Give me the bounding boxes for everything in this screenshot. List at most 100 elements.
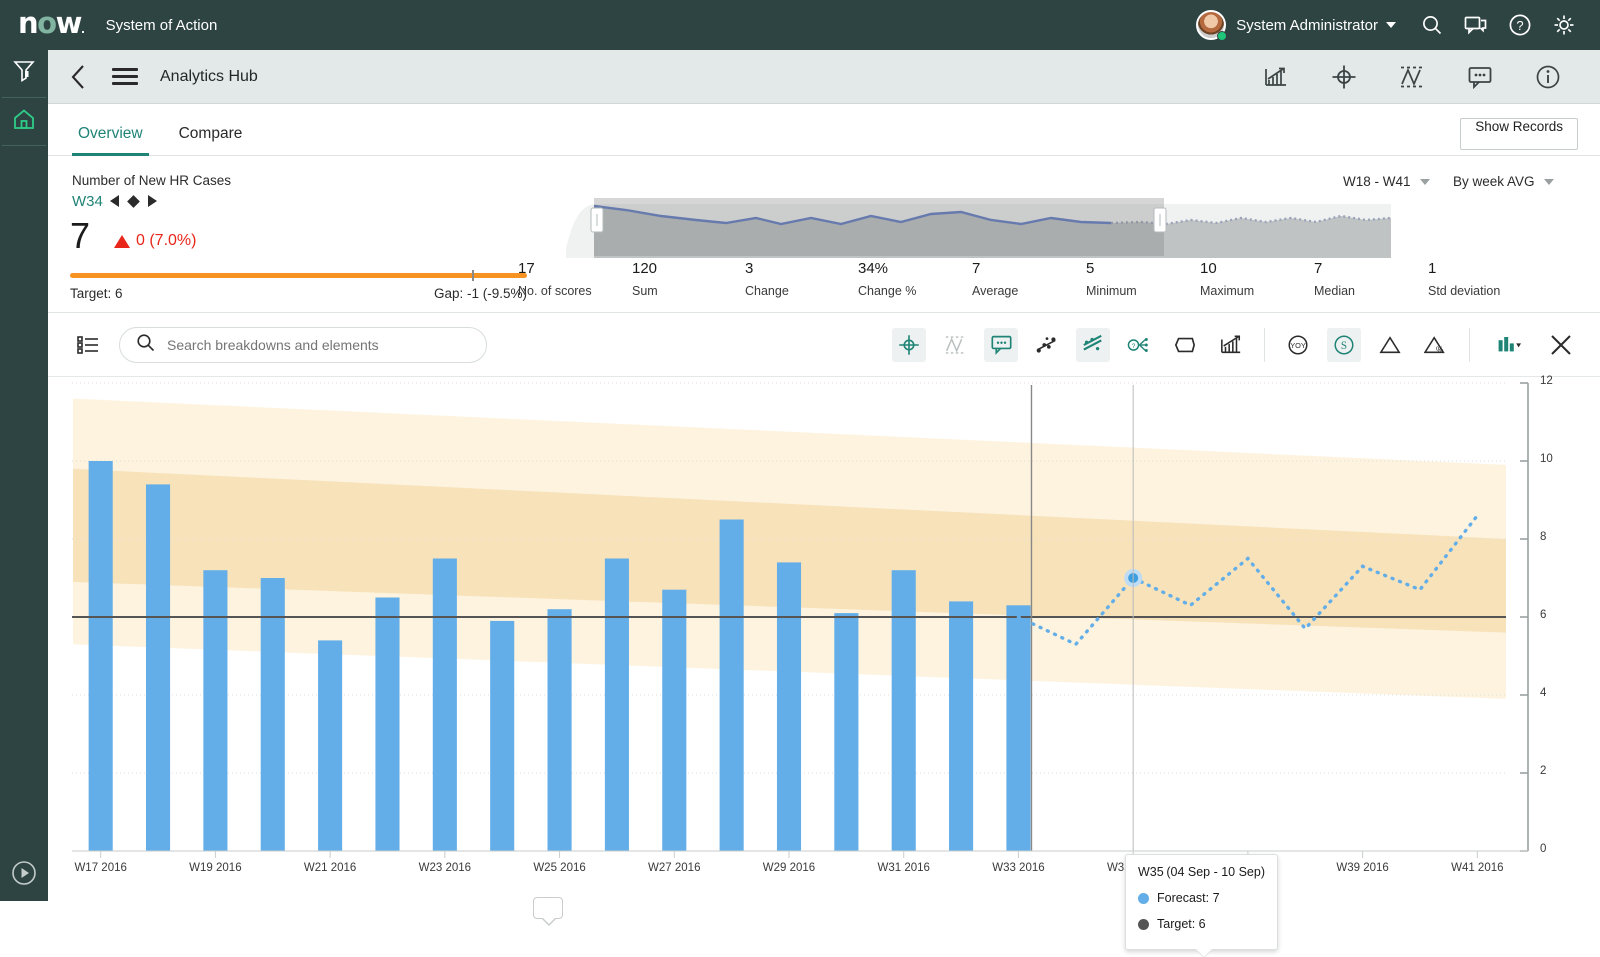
chart-bar[interactable]: [318, 640, 342, 851]
y-axis-tick-label: 2: [1540, 765, 1546, 777]
period-nav: [110, 195, 157, 207]
search-input[interactable]: [167, 337, 467, 353]
x-axis-tick-label: W25 2016: [515, 862, 605, 874]
show-records-button[interactable]: Show Records: [1460, 118, 1578, 150]
left-nav-rail: [0, 50, 48, 901]
comment-icon[interactable]: [1446, 50, 1514, 104]
list-view-icon[interactable]: [75, 335, 101, 355]
x-axis-tick-label: W27 2016: [629, 862, 719, 874]
chart-bar[interactable]: [490, 621, 514, 851]
chart-bar[interactable]: [146, 484, 170, 851]
chat-icon[interactable]: [1454, 0, 1498, 50]
chart-bar[interactable]: [892, 570, 916, 851]
svg-text:YOY: YOY: [1290, 341, 1306, 350]
tab-overview[interactable]: Overview: [72, 125, 149, 155]
chart-bar[interactable]: [548, 609, 572, 851]
y-axis-tick-label: 4: [1540, 687, 1546, 699]
toolbar-scatter-icon[interactable]: [1030, 328, 1064, 362]
y-axis-tick-label: 6: [1540, 609, 1546, 621]
user-menu-chevron-down-icon[interactable]: [1386, 22, 1396, 28]
growth-chart-icon[interactable]: [1242, 50, 1310, 104]
x-axis-tick-label: W19 2016: [170, 862, 260, 874]
toolbar-forecast-icon[interactable]: [1076, 328, 1110, 362]
chart-bar[interactable]: [949, 601, 973, 851]
avatar[interactable]: [1196, 10, 1226, 40]
chart-bar[interactable]: [89, 461, 113, 851]
kpi-target-marker: [472, 270, 474, 281]
user-name[interactable]: System Administrator: [1236, 17, 1378, 34]
aggregation-value: By week AVG: [1453, 174, 1535, 189]
next-period-icon[interactable]: [148, 195, 157, 207]
toolbar-target-icon[interactable]: [892, 328, 926, 362]
forecast-icon[interactable]: [1378, 50, 1446, 104]
chart-bar[interactable]: [834, 613, 858, 851]
period-range-dropdown[interactable]: W18 - W41: [1343, 174, 1430, 189]
stat-value: 10: [1200, 260, 1254, 277]
toolbar-tag-icon[interactable]: [1168, 328, 1202, 362]
kpi-period: W34: [72, 193, 103, 210]
search-breakdowns-box[interactable]: [119, 327, 487, 363]
gear-icon[interactable]: [1542, 0, 1586, 50]
toolbar-prediction-icon[interactable]: ?: [1122, 328, 1156, 362]
tooltip-forecast-value: Forecast: 7: [1157, 891, 1220, 905]
target-icon[interactable]: [1310, 50, 1378, 104]
target-legend-dot: [1138, 919, 1149, 930]
stat-label: Minimum: [1086, 284, 1137, 298]
stat-label: Change %: [858, 284, 916, 298]
toolbar-yoy-icon[interactable]: YOY: [1281, 328, 1315, 362]
svg-text:%: %: [1436, 345, 1444, 354]
menu-icon[interactable]: [112, 68, 138, 85]
search-icon[interactable]: [1410, 0, 1454, 50]
close-icon[interactable]: [1544, 328, 1578, 362]
rail-item-play[interactable]: [0, 860, 48, 891]
product-name: System of Action: [106, 17, 218, 34]
forecast-legend-dot: [1138, 893, 1149, 904]
annotation-bubble[interactable]: [533, 897, 563, 919]
chart-bar[interactable]: [662, 590, 686, 851]
stat-label: Std deviation: [1428, 284, 1500, 298]
x-axis-tick-label: W17 2016: [56, 862, 146, 874]
chart-bar[interactable]: [203, 570, 227, 851]
chart-bar[interactable]: [433, 559, 457, 852]
rail-item-home[interactable]: [0, 98, 48, 145]
toolbar-comment-icon[interactable]: [984, 328, 1018, 362]
stat-change: 3 Change: [745, 260, 789, 298]
chart-bar[interactable]: [261, 578, 285, 851]
toolbar-score-icon[interactable]: S: [1327, 328, 1361, 362]
now-logo[interactable]: now.: [18, 9, 84, 38]
search-icon: [136, 333, 155, 357]
chart-bar[interactable]: [720, 520, 744, 852]
chart-bar[interactable]: [375, 598, 399, 852]
aggregation-dropdown[interactable]: By week AVG: [1453, 174, 1554, 189]
tab-compare[interactable]: Compare: [173, 125, 249, 155]
range-brush-selector[interactable]: [566, 196, 1391, 258]
stat-value: 7: [1314, 260, 1355, 277]
home-icon: [12, 107, 36, 136]
period-range-value: W18 - W41: [1343, 174, 1411, 189]
svg-text:S: S: [1341, 340, 1347, 352]
tooltip-week: W35: [1138, 865, 1164, 879]
chart-bar[interactable]: [1006, 605, 1030, 851]
info-icon[interactable]: [1514, 50, 1582, 104]
toolbar-delta-percent-icon[interactable]: %: [1419, 328, 1453, 362]
y-axis-tick-label: 10: [1540, 453, 1553, 465]
current-period-icon[interactable]: [127, 195, 140, 208]
stat-value: 3: [745, 260, 789, 277]
toolbar-growth-chart-icon[interactable]: [1214, 328, 1248, 362]
chart-bar[interactable]: [605, 559, 629, 852]
toolbar-trendline-icon[interactable]: [938, 328, 972, 362]
rail-item-filter[interactable]: [0, 50, 48, 97]
x-axis-tick-label: W21 2016: [285, 862, 375, 874]
presence-dot: [1217, 31, 1227, 41]
prev-period-icon[interactable]: [110, 195, 119, 207]
x-axis-tick-label: W23 2016: [400, 862, 490, 874]
back-button[interactable]: [66, 64, 92, 90]
stat-label: Change: [745, 284, 789, 298]
chart-bar[interactable]: [777, 562, 801, 851]
stat-sum: 120 Sum: [632, 260, 658, 298]
chart-canvas[interactable]: [48, 377, 1600, 901]
chart-type-selector[interactable]: [1486, 328, 1532, 362]
toolbar-delta-icon[interactable]: [1373, 328, 1407, 362]
y-axis-ticks: [1520, 383, 1528, 851]
help-icon[interactable]: ?: [1498, 0, 1542, 50]
